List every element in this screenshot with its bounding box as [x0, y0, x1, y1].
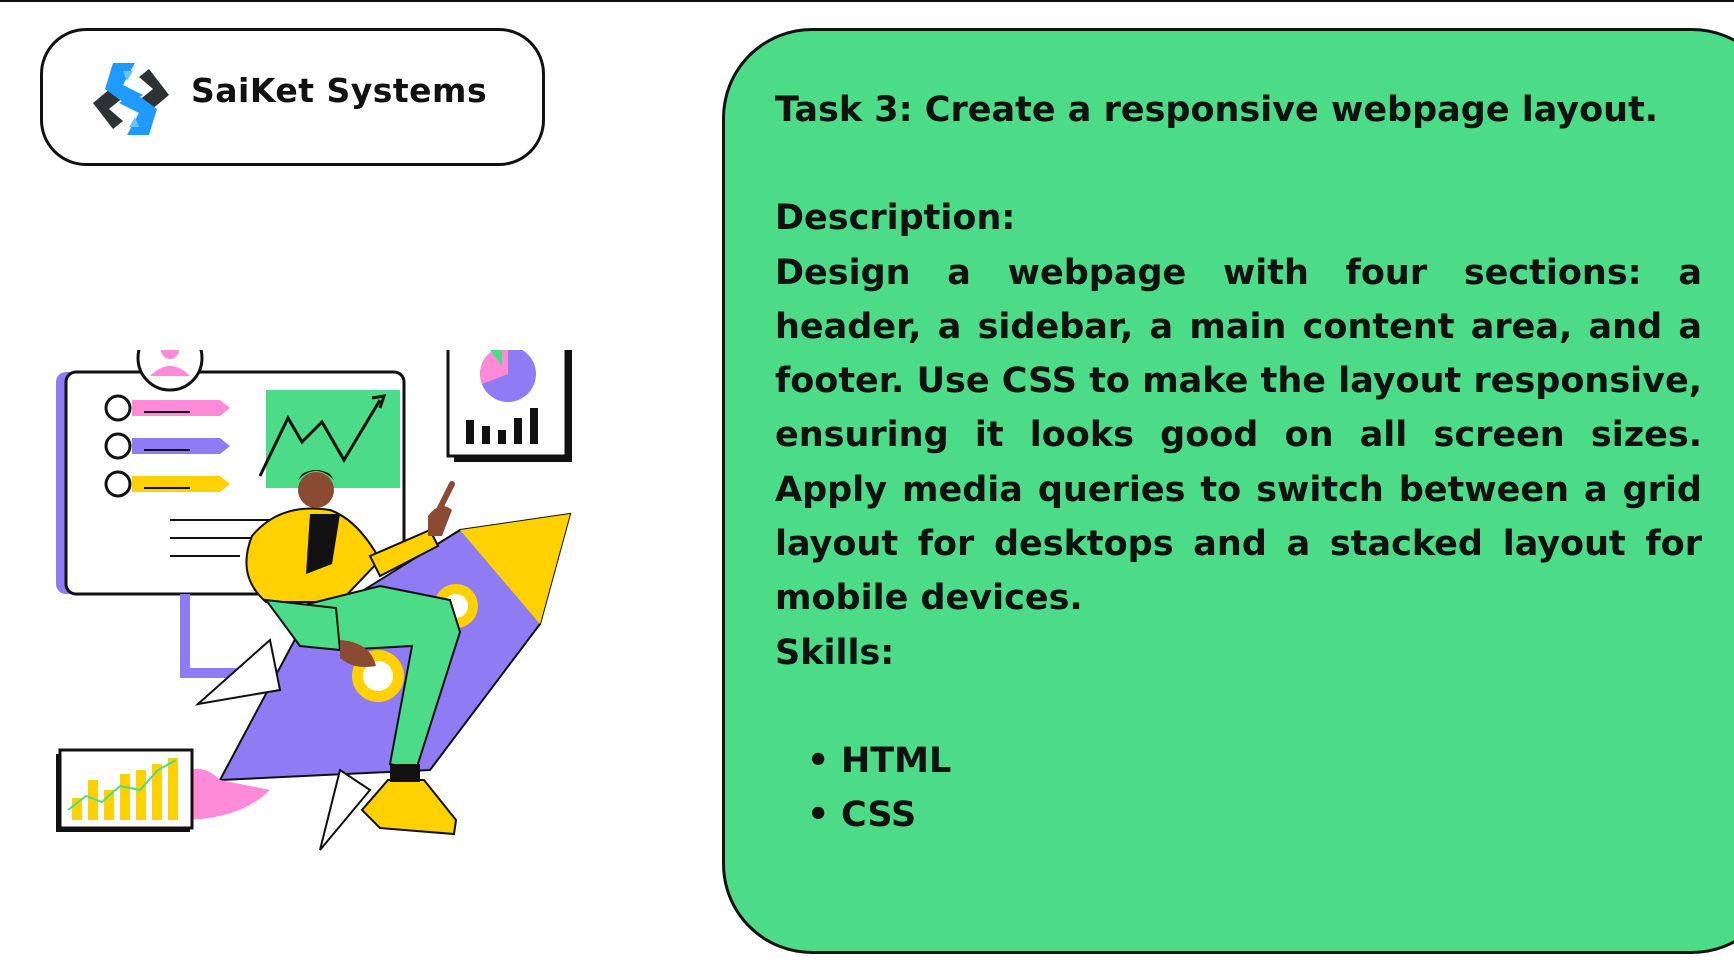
task-content: Task 3: Create a responsive webpage layo…	[775, 83, 1702, 843]
skills-heading: Skills:	[775, 632, 895, 673]
skill-item: • HTML	[807, 734, 1702, 788]
list-radio-icon	[104, 394, 132, 422]
skill-label: HTML	[841, 740, 952, 781]
skills-list: • HTML • CSS	[775, 734, 1702, 843]
description-heading: Description:	[775, 198, 1016, 239]
person-on-rocket-dashboard-illustration	[56, 350, 572, 851]
description-body: Design a webpage with four sections: a h…	[775, 252, 1702, 619]
top-border	[0, 0, 1734, 2]
person-head	[298, 472, 334, 508]
dashboard-stand	[180, 594, 190, 674]
saiket-logo-icon	[93, 63, 169, 135]
bullet-icon: •	[807, 795, 830, 836]
skill-item: • CSS	[807, 788, 1702, 842]
list-radio-icon	[104, 470, 132, 498]
list-radio-icon	[104, 432, 132, 460]
person-shoe	[360, 779, 458, 836]
skill-label: CSS	[841, 795, 917, 836]
task-title: Task 3: Create a responsive webpage layo…	[775, 90, 1659, 130]
task-panel: Task 3: Create a responsive webpage layo…	[722, 28, 1734, 954]
logo-card: SaiKet Systems	[40, 28, 545, 166]
brand-name: SaiKet Systems	[191, 71, 488, 110]
bullet-icon: •	[807, 740, 830, 781]
